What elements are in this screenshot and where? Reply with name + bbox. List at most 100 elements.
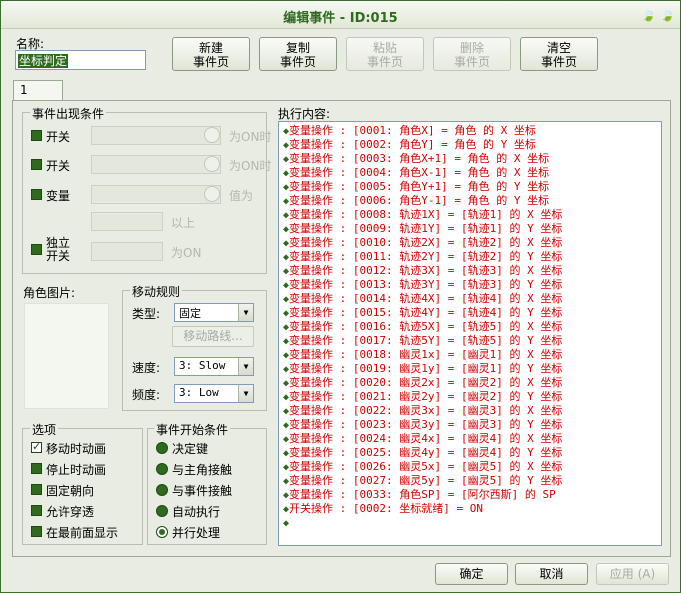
event-command-list[interactable]: ◆变量操作 : [0001: 角色X] = 角色 的 X 坐标 ◆变量操作 : [… <box>278 121 662 546</box>
leaf-icon[interactable]: 🍃 <box>660 8 675 22</box>
movement-speed-label: 速度: <box>132 361 161 375</box>
paste-page-button[interactable]: 粘贴 事件页 <box>346 37 424 71</box>
clear-page-button[interactable]: 清空 事件页 <box>520 37 598 71</box>
exec-contents-label: 执行内容: <box>278 107 331 121</box>
option-label: 停止时动画 <box>46 463 107 477</box>
leaf-icon[interactable]: 🍃 <box>641 8 656 22</box>
command-row[interactable]: ◆变量操作 : [0013: 轨迹3Y] = [轨迹3] 的 Y 坐标 <box>283 278 661 292</box>
command-row[interactable]: ◆变量操作 : [0016: 轨迹5X] = [轨迹5] 的 X 坐标 <box>283 320 661 334</box>
name-input[interactable]: 坐标判定 <box>15 50 146 70</box>
trigger-radio-player-touch[interactable] <box>156 463 168 475</box>
command-row[interactable]: ◆变量操作 : [0025: 幽灵4y] = [幽灵4] 的 Y 坐标 <box>283 446 661 460</box>
delete-page-button[interactable]: 删除 事件页 <box>433 37 511 71</box>
command-text: 变量操作 : [0002: 角色Y] = 角色 的 Y 坐标 <box>289 138 536 151</box>
command-row[interactable]: ◆变量操作 : [0018: 幽灵1x] = [幽灵1] 的 X 坐标 <box>283 348 661 362</box>
command-text: 变量操作 : [0011: 轨迹2Y] = [轨迹2] 的 Y 坐标 <box>289 250 563 263</box>
trigger-label: 与主角接触 <box>172 463 233 477</box>
command-text: 变量操作 : [0023: 幽灵3y] = [幽灵3] 的 Y 坐标 <box>289 418 563 431</box>
trigger-radio-parallel[interactable] <box>156 526 168 538</box>
command-text: 变量操作 : [0014: 轨迹4X] = [轨迹4] 的 X 坐标 <box>289 292 563 305</box>
variable-label: 变量 <box>46 189 71 203</box>
trigger-radio-action[interactable] <box>156 442 168 454</box>
command-text: 变量操作 : [0022: 幽灵3x] = [幽灵3] 的 X 坐标 <box>289 404 563 417</box>
switch1-label: 开关 <box>46 130 71 144</box>
option-checkbox-through[interactable] <box>31 505 42 516</box>
trigger-title: 事件开始条件 <box>154 421 231 438</box>
option-checkbox-step-anim[interactable] <box>31 463 42 474</box>
command-row[interactable]: ◆变量操作 : [0017: 轨迹5Y] = [轨迹5] 的 Y 坐标 <box>283 334 661 348</box>
move-route-button[interactable]: 移动路线... <box>172 326 254 347</box>
command-row[interactable]: ◆变量操作 : [0001: 角色X] = 角色 的 X 坐标 <box>283 124 661 138</box>
variable-above-label: 以上 <box>171 216 196 230</box>
command-row[interactable]: ◆变量操作 : [0009: 轨迹1Y] = [轨迹1] 的 Y 坐标 <box>283 222 661 236</box>
command-row[interactable]: ◆变量操作 : [0024: 幽灵4x] = [幽灵4] 的 X 坐标 <box>283 432 661 446</box>
command-row[interactable]: ◆变量操作 : [0027: 幽灵5y] = [幽灵5] 的 Y 坐标 <box>283 474 661 488</box>
command-row[interactable]: ◆变量操作 : [0020: 幽灵2x] = [幽灵2] 的 X 坐标 <box>283 376 661 390</box>
option-checkbox-walk-anim[interactable] <box>31 440 42 453</box>
command-text: 变量操作 : [0026: 幽灵5x] = [幽灵5] 的 X 坐标 <box>289 460 563 473</box>
self-switch-checkbox[interactable] <box>31 244 42 255</box>
movement-speed-select[interactable]: 3: Slow ▼ <box>174 357 254 376</box>
option-checkbox-direction-fix[interactable] <box>31 484 42 495</box>
movement-freq-value: 3: Low <box>179 386 219 399</box>
command-row[interactable]: ◆变量操作 : [0011: 轨迹2Y] = [轨迹2] 的 Y 坐标 <box>283 250 661 264</box>
variable-value-spinner[interactable] <box>91 212 163 231</box>
tab-page-1[interactable]: 1 <box>13 80 63 101</box>
command-row[interactable]: ◆变量操作 : [0023: 幽灵3y] = [幽灵3] 的 Y 坐标 <box>283 418 661 432</box>
command-row[interactable]: ◆ <box>283 516 661 530</box>
movement-type-select[interactable]: 固定 ▼ <box>174 303 254 322</box>
option-checkbox-always-on-top[interactable] <box>31 526 42 537</box>
movement-type-value: 固定 <box>179 307 201 320</box>
switch1-select[interactable] <box>91 126 221 145</box>
title-bar[interactable]: 编辑事件 - ID:015 🍃 🍃 <box>1 1 680 29</box>
command-text: 变量操作 : [0025: 幽灵4y] = [幽灵4] 的 Y 坐标 <box>289 446 563 459</box>
button-label: 粘贴 <box>372 41 397 55</box>
command-row[interactable]: ◆变量操作 : [0008: 轨迹1X] = [轨迹1] 的 X 坐标 <box>283 208 661 222</box>
command-row[interactable]: ◆变量操作 : [0026: 幽灵5x] = [幽灵5] 的 X 坐标 <box>283 460 661 474</box>
command-row[interactable]: ◆变量操作 : [0012: 轨迹3X] = [轨迹3] 的 X 坐标 <box>283 264 661 278</box>
self-switch-select[interactable] <box>91 242 163 261</box>
chevron-down-icon: ▼ <box>238 385 253 402</box>
movement-title: 移动规则 <box>130 283 183 300</box>
copy-page-button[interactable]: 复制 事件页 <box>259 37 337 71</box>
ok-button[interactable]: 确定 <box>435 563 508 585</box>
command-row[interactable]: ◆变量操作 : [0010: 轨迹2X] = [轨迹2] 的 X 坐标 <box>283 236 661 250</box>
switch1-select-knob <box>204 127 220 143</box>
command-row[interactable]: ◆变量操作 : [0003: 角色X+1] = 角色 的 X 坐标 <box>283 152 661 166</box>
switch1-checkbox[interactable] <box>31 130 42 141</box>
character-graphic-preview[interactable] <box>24 303 109 409</box>
button-label: 新建 <box>198 41 223 55</box>
variable-select[interactable] <box>91 185 221 204</box>
movement-type-label: 类型: <box>132 307 161 321</box>
button-label: 事件页 <box>453 55 490 69</box>
command-row[interactable]: ◆变量操作 : [0019: 幽灵1y] = [幽灵1] 的 Y 坐标 <box>283 362 661 376</box>
switch2-checkbox[interactable] <box>31 159 42 170</box>
variable-checkbox[interactable] <box>31 189 42 200</box>
command-row[interactable]: ◆变量操作 : [0021: 幽灵2y] = [幽灵2] 的 Y 坐标 <box>283 390 661 404</box>
command-row[interactable]: ◆变量操作 : [0022: 幽灵3x] = [幽灵3] 的 X 坐标 <box>283 404 661 418</box>
trigger-radio-autorun[interactable] <box>156 505 168 517</box>
command-row[interactable]: ◆变量操作 : [0014: 轨迹4X] = [轨迹4] 的 X 坐标 <box>283 292 661 306</box>
trigger-label: 自动执行 <box>172 505 221 519</box>
command-text: 开关操作 : [0002: 坐标就绪] = ON <box>289 502 483 515</box>
button-label: 删除 <box>459 41 484 55</box>
switch2-select[interactable] <box>91 155 221 174</box>
command-row[interactable]: ◆变量操作 : [0002: 角色Y] = 角色 的 Y 坐标 <box>283 138 661 152</box>
command-text: 变量操作 : [0005: 角色Y+1] = 角色 的 Y 坐标 <box>289 180 550 193</box>
cancel-button[interactable]: 取消 <box>515 563 588 585</box>
movement-speed-value: 3: Slow <box>179 359 226 372</box>
apply-button[interactable]: 应用 (A) <box>596 563 669 585</box>
self-switch-label: 独立 开关 <box>46 237 70 263</box>
movement-freq-select[interactable]: 3: Low ▼ <box>174 384 254 403</box>
switch2-label: 开关 <box>46 159 71 173</box>
new-page-button[interactable]: 新建 事件页 <box>172 37 250 71</box>
command-row[interactable]: ◆变量操作 : [0015: 轨迹4Y] = [轨迹4] 的 Y 坐标 <box>283 306 661 320</box>
command-row[interactable]: ◆变量操作 : [0033: 角色SP] = [阿尔西斯] 的 SP <box>283 488 661 502</box>
command-row[interactable]: ◆变量操作 : [0005: 角色Y+1] = 角色 的 Y 坐标 <box>283 180 661 194</box>
command-row[interactable]: ◆变量操作 : [0004: 角色X-1] = 角色 的 X 坐标 <box>283 166 661 180</box>
command-text: 变量操作 : [0012: 轨迹3X] = [轨迹3] 的 X 坐标 <box>289 264 563 277</box>
command-text: 变量操作 : [0016: 轨迹5X] = [轨迹5] 的 X 坐标 <box>289 320 563 333</box>
trigger-radio-event-touch[interactable] <box>156 484 168 496</box>
command-row[interactable]: ◆变量操作 : [0006: 角色Y-1] = 角色 的 Y 坐标 <box>283 194 661 208</box>
command-row[interactable]: ◆开关操作 : [0002: 坐标就绪] = ON <box>283 502 661 516</box>
